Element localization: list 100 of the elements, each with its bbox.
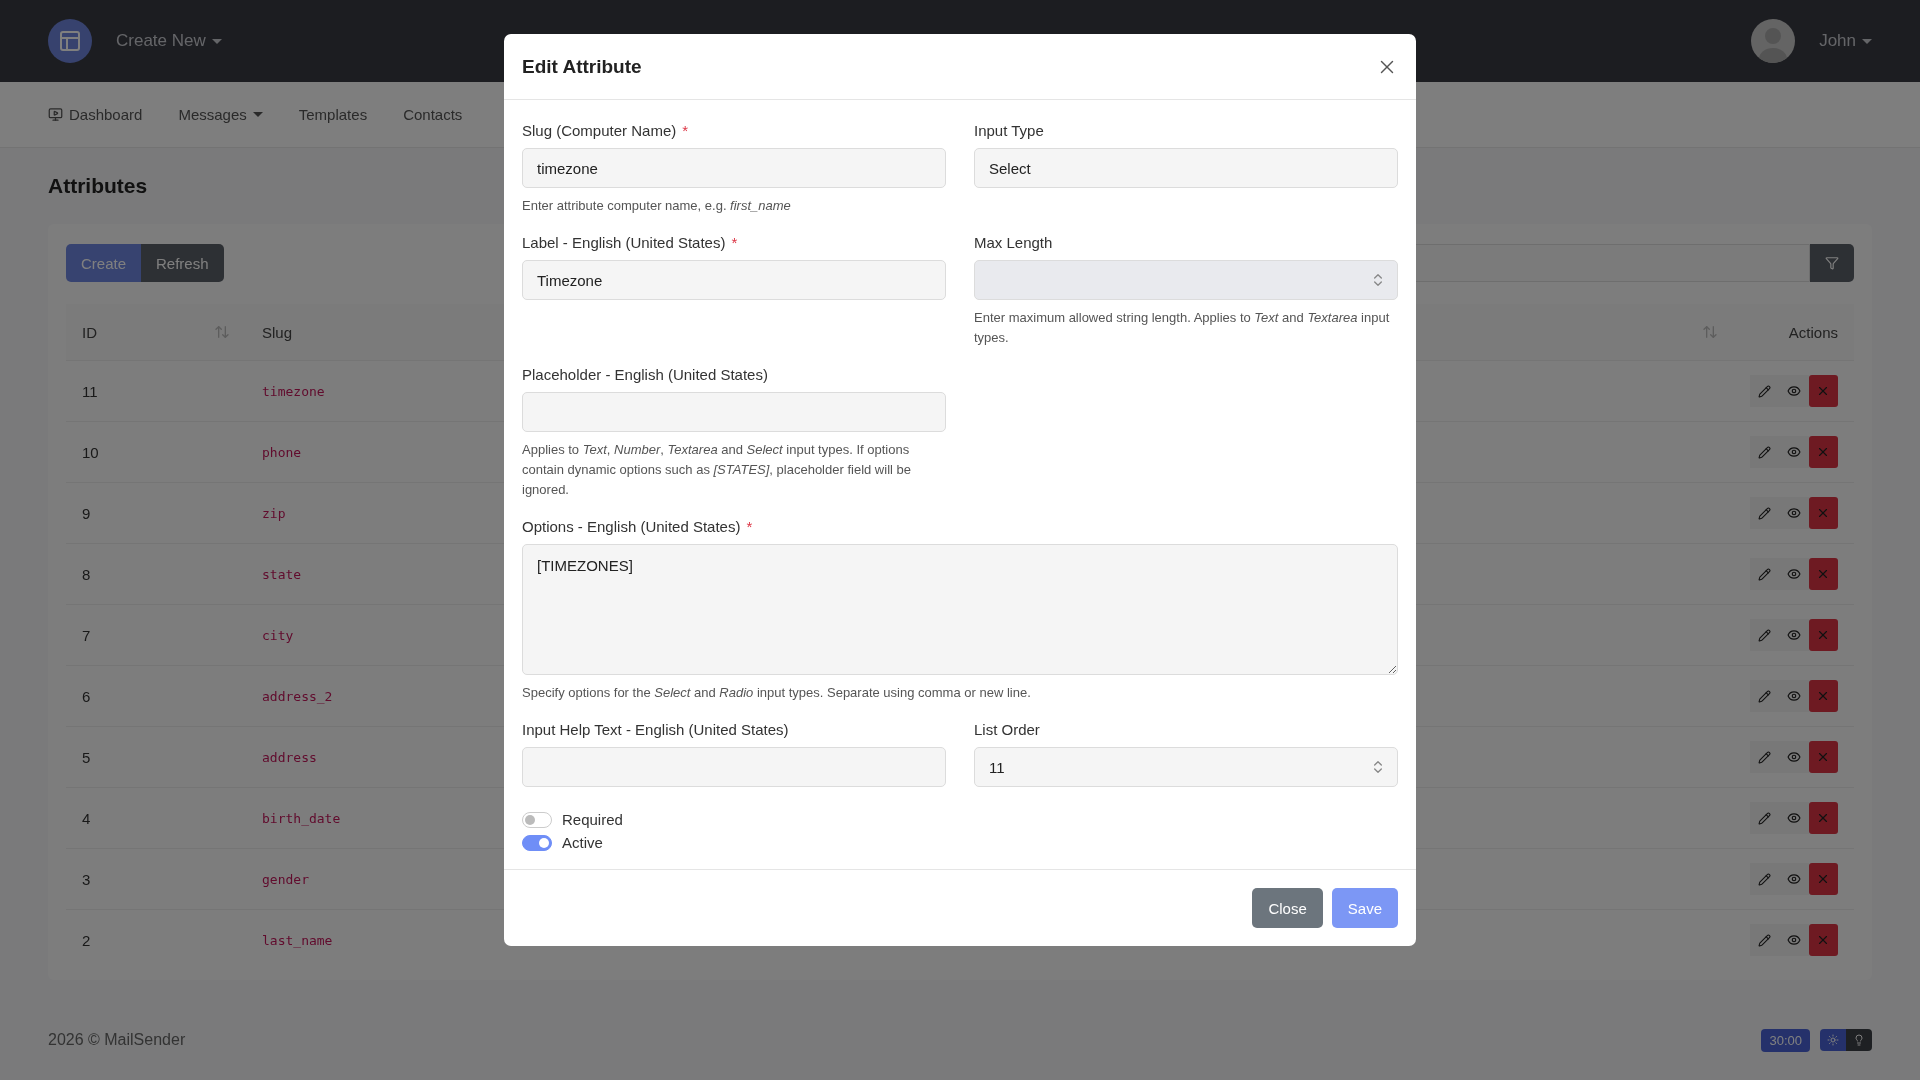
create-new-menu[interactable]: Create New	[116, 31, 222, 51]
edit-button[interactable]	[1750, 924, 1780, 956]
nav-tab[interactable]: Dashboard	[48, 106, 143, 123]
delete-button[interactable]	[1808, 741, 1838, 773]
light-theme-button[interactable]	[1820, 1029, 1846, 1051]
field-label: Placeholder - English (United States)	[522, 366, 768, 383]
eye-icon	[1787, 506, 1801, 520]
filter-button[interactable]	[1810, 244, 1854, 282]
eye-icon	[1787, 689, 1801, 703]
field-label: Max Length	[974, 234, 1053, 251]
id-cell: 5	[82, 748, 91, 766]
edit-button[interactable]	[1750, 863, 1780, 895]
field-label: Input Help Text - English (United States)	[522, 721, 789, 738]
timer-badge: 30:00	[1761, 1028, 1810, 1052]
view-button[interactable]	[1779, 558, 1809, 590]
slug-cell: last_name	[262, 932, 333, 948]
pencil-icon	[1758, 445, 1772, 459]
required-mark: *	[746, 518, 753, 535]
options-textarea[interactable]: [TIMEZONES]	[522, 544, 1398, 675]
edit-button[interactable]	[1750, 497, 1780, 529]
delete-button[interactable]	[1808, 375, 1838, 407]
delete-button[interactable]	[1808, 558, 1838, 590]
delete-button[interactable]	[1808, 863, 1838, 895]
delete-button[interactable]	[1808, 802, 1838, 834]
field-label: Slug (Computer Name)	[522, 122, 677, 139]
slug-cell: address	[262, 749, 317, 765]
avatar-icon[interactable]	[1751, 19, 1796, 63]
slug-cell: state	[262, 566, 302, 582]
pencil-icon	[1758, 811, 1772, 825]
pencil-icon	[1758, 506, 1772, 520]
pencil-icon	[1758, 689, 1772, 703]
pencil-icon	[1758, 872, 1772, 886]
slug-cell: phone	[262, 444, 302, 460]
field-label: List Order	[974, 721, 1040, 738]
field-label: Input Type	[974, 122, 1044, 139]
toolbar-button[interactable]: Create	[66, 244, 142, 282]
text-field[interactable]: timezone	[522, 148, 946, 188]
id-cell: 9	[82, 504, 91, 522]
pencil-icon	[1758, 933, 1772, 947]
pencil-icon	[1758, 567, 1772, 581]
eye-icon	[1787, 811, 1801, 825]
nav-tab[interactable]: Messages	[178, 106, 263, 123]
edit-button[interactable]	[1750, 680, 1780, 712]
eye-icon	[1787, 567, 1801, 581]
view-button[interactable]	[1779, 863, 1809, 895]
id-cell: 6	[82, 687, 91, 705]
help-text: Specify options for the Select and Radio input types. Separate using comma or new line.	[522, 684, 1032, 702]
slug-cell: gender	[262, 871, 309, 887]
view-button[interactable]	[1779, 924, 1809, 956]
id-cell: 10	[82, 443, 99, 461]
edit-button[interactable]	[1750, 802, 1780, 834]
logo-icon[interactable]	[48, 19, 92, 63]
filter-icon	[1825, 256, 1839, 270]
toggle-label: Required	[562, 811, 623, 828]
view-button[interactable]	[1779, 680, 1809, 712]
toggle-switch[interactable]	[522, 811, 552, 828]
help-text: Enter attribute computer name, e.g. first_name	[522, 197, 792, 215]
view-button[interactable]	[1779, 802, 1809, 834]
text-field[interactable]	[522, 747, 946, 787]
slug-cell: timezone	[262, 383, 325, 399]
delete-button[interactable]	[1808, 680, 1838, 712]
edit-button[interactable]	[1750, 436, 1780, 468]
monitor-icon	[48, 107, 63, 122]
edit-button[interactable]	[1750, 375, 1780, 407]
nav-tab[interactable]: Templates	[298, 106, 368, 123]
delete-button[interactable]	[1808, 924, 1838, 956]
user-menu[interactable]: John	[1819, 31, 1872, 51]
eye-icon	[1787, 445, 1801, 459]
toggle-switch[interactable]	[522, 834, 552, 851]
edit-button[interactable]	[1750, 619, 1780, 651]
view-button[interactable]	[1779, 741, 1809, 773]
select-field[interactable]: Select	[974, 148, 1398, 188]
toolbar-button[interactable]: Refresh	[141, 244, 224, 282]
delete-button[interactable]	[1808, 436, 1838, 468]
view-button[interactable]	[1779, 375, 1809, 407]
text-field[interactable]	[522, 392, 946, 432]
slug-cell: birth_date	[262, 810, 341, 826]
id-cell: 11	[82, 382, 98, 400]
pencil-icon	[1758, 750, 1772, 764]
close-button[interactable]: Close	[1252, 888, 1323, 928]
delete-button[interactable]	[1808, 497, 1838, 529]
slug-cell: zip	[262, 505, 286, 521]
dark-theme-button[interactable]	[1846, 1029, 1872, 1051]
dialog-title: Edit Attribute	[522, 55, 642, 78]
help-text: Enter maximum allowed string length. Applies to Text and Textarea input types.	[974, 309, 1391, 347]
nav-tab[interactable]: Contacts	[403, 106, 463, 123]
text-field[interactable]: Timezone	[522, 260, 946, 300]
toggle-label: Active	[562, 834, 603, 851]
id-cell: 7	[82, 626, 91, 644]
edit-button[interactable]	[1750, 558, 1780, 590]
view-button[interactable]	[1779, 436, 1809, 468]
save-button[interactable]: Save	[1331, 888, 1398, 928]
edit-button[interactable]	[1750, 741, 1780, 773]
view-button[interactable]	[1779, 497, 1809, 529]
slug-cell: address_2	[262, 688, 333, 704]
eye-icon	[1787, 872, 1801, 886]
number-field[interactable]: 11	[974, 747, 1398, 787]
help-text: Applies to Text, Number, Textarea and Select input types. If options contain dynamic options such as [STATES], placeholder field will be ignored.	[522, 441, 912, 499]
delete-button[interactable]	[1808, 619, 1838, 651]
view-button[interactable]	[1779, 619, 1809, 651]
